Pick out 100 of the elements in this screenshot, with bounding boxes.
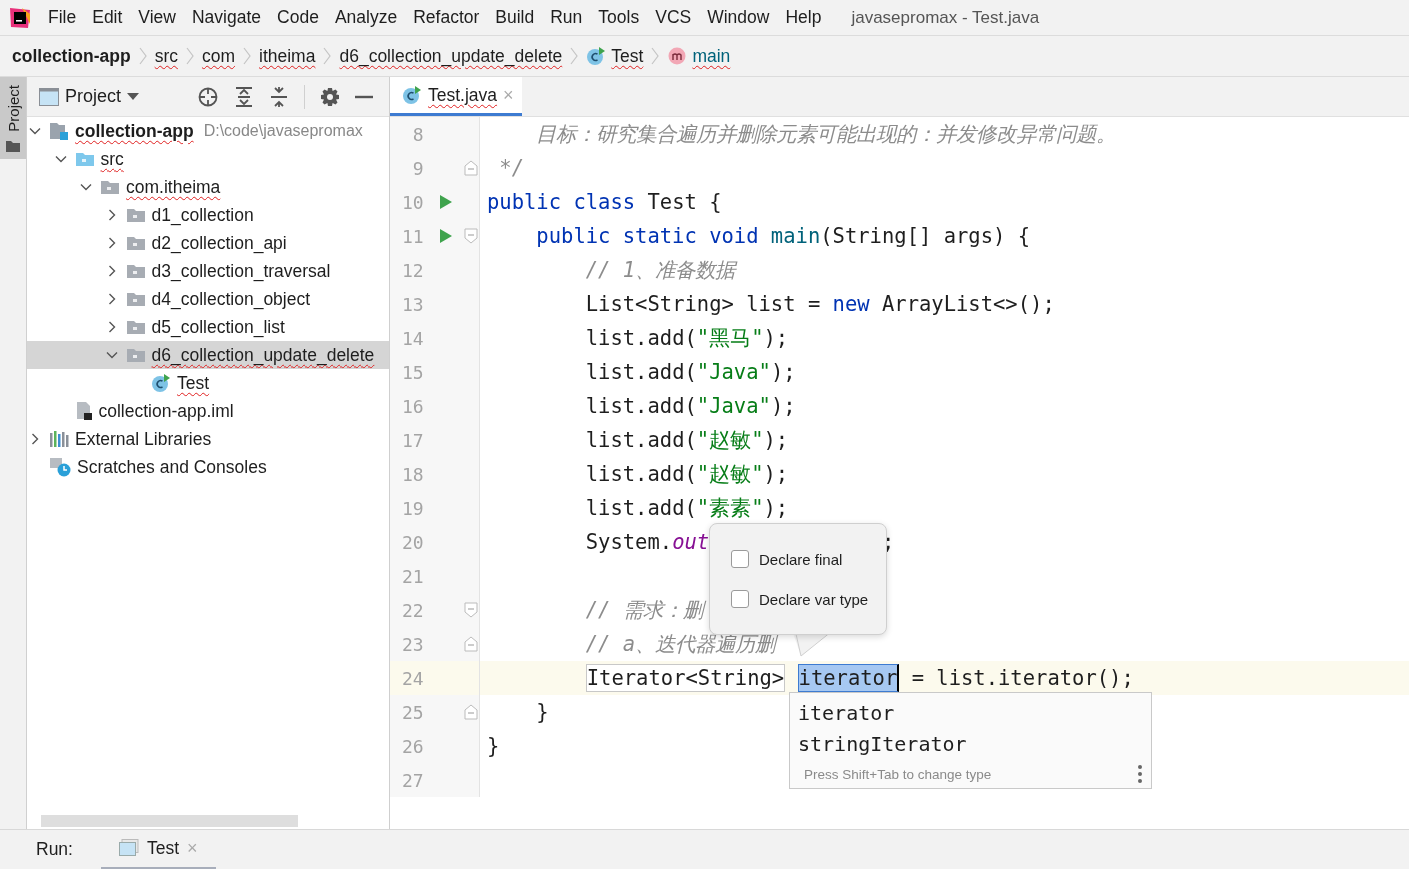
package-icon (100, 179, 120, 195)
tree-row[interactable]: Scratches and Consoles (27, 453, 389, 481)
menu-item[interactable]: Build (487, 7, 543, 28)
tree-row[interactable]: d3_collection_traversal (27, 257, 389, 285)
tree-label: com.itheima (126, 176, 221, 198)
code-line: 目标：研究集合遍历并删除元素可能出现的：并发修改异常问题。 (535, 121, 1117, 148)
collapse-all-icon[interactable] (269, 85, 290, 108)
path-hint: D:\code\javasepromax (203, 122, 363, 140)
tree-row[interactable]: d4_collection_object (27, 285, 389, 313)
tree-row[interactable]: Test (27, 369, 389, 397)
code-line: list.add("Java"); (584, 394, 796, 418)
expand-all-icon[interactable] (234, 85, 255, 108)
chevron-down-icon[interactable] (105, 349, 118, 361)
line-number: 26 (400, 735, 424, 757)
tree-row[interactable]: d6_collection_update_delete (27, 341, 389, 369)
checkbox[interactable] (731, 550, 749, 568)
package-icon (125, 291, 146, 307)
chevron-right-icon[interactable] (29, 433, 41, 445)
package-icon (125, 347, 146, 363)
breadcrumb-item[interactable]: collection-app (12, 45, 131, 67)
line-number: 10 (400, 191, 424, 213)
line-number: 14 (400, 327, 424, 349)
chevron-down-icon[interactable] (80, 181, 92, 193)
run-icon[interactable] (439, 228, 454, 244)
file-icon (74, 401, 93, 421)
tree-row[interactable]: collection-app D:\code\javasepromax (27, 117, 389, 145)
completion-item[interactable]: iterator (798, 697, 1143, 729)
menu-item[interactable]: Code (269, 7, 327, 28)
breadcrumb-item[interactable]: src (154, 45, 178, 67)
code-line: */ (498, 156, 525, 180)
menu-item[interactable]: Analyze (326, 7, 406, 28)
menu-item[interactable]: Edit (84, 7, 131, 28)
panel-title[interactable]: Project (65, 86, 122, 107)
tool-window-tab[interactable]: Project (0, 77, 26, 159)
completion-hint: Press Shift+Tab to change type (803, 766, 992, 782)
more-icon[interactable] (1137, 764, 1143, 785)
code-line: list.add("素素"); (584, 495, 789, 522)
variable-field[interactable]: iterator (797, 664, 900, 692)
code-line: public static void main(String[] args) { (535, 224, 1031, 248)
tree-label: src (100, 148, 124, 170)
code-line: List<String> list = new ArrayList<>(); (584, 292, 1055, 316)
breadcrumb-item[interactable]: d6_collection_update_delete (339, 45, 563, 67)
folder-icon (74, 151, 95, 167)
menu-item[interactable]: View (130, 7, 184, 28)
menu-item[interactable]: VCS (647, 7, 700, 28)
method-icon (667, 46, 688, 66)
tree-row[interactable]: com.itheima (27, 173, 389, 201)
menu-item[interactable]: File (40, 7, 85, 28)
chevron-down-icon[interactable] (54, 153, 67, 165)
type-field[interactable]: Iterator<String> (585, 664, 786, 692)
checkbox-label[interactable]: Declare final (759, 550, 843, 568)
menu-item[interactable]: Window (699, 7, 778, 28)
chevron-down-icon[interactable] (29, 125, 41, 137)
tree-row[interactable]: d1_collection (27, 201, 389, 229)
line-number: 24 (400, 667, 424, 689)
line-number: 27 (400, 769, 424, 791)
package-icon (125, 263, 146, 279)
breadcrumb-item[interactable]: main (692, 45, 731, 67)
completion-item[interactable]: stringIterator (798, 728, 1143, 761)
window-title: javasepromax - Test.java (851, 7, 1040, 28)
settings-icon[interactable] (320, 86, 341, 107)
package-icon (125, 319, 146, 335)
menu-item[interactable]: Help (777, 7, 830, 28)
line-number: 11 (400, 225, 424, 247)
tree-row[interactable]: d5_collection_list (27, 313, 389, 341)
scratches-icon (49, 457, 71, 477)
menu-item[interactable]: Navigate (184, 7, 270, 28)
editor-tab[interactable]: Test.java × (390, 77, 522, 116)
menu-item[interactable]: Run (542, 7, 591, 28)
breadcrumb-item[interactable]: itheima (259, 45, 316, 67)
scrollbar[interactable] (41, 815, 298, 827)
dropdown-caret-icon[interactable] (127, 92, 140, 101)
menu-item[interactable]: Refactor (405, 7, 488, 28)
code-line: public class Test { (486, 190, 722, 214)
breadcrumb-item[interactable]: com (201, 45, 235, 67)
tree-row[interactable]: src (27, 145, 389, 173)
tree-label: d6_collection_update_delete (151, 344, 375, 366)
tree-row[interactable]: collection-app.iml (27, 397, 389, 425)
chevron-right-icon (243, 46, 251, 66)
line-number: 21 (400, 565, 424, 587)
tree-row[interactable]: External Libraries (27, 425, 389, 453)
chevron-right-icon (323, 46, 332, 66)
run-tab[interactable]: Test × (100, 829, 216, 869)
run-label: Run: (36, 839, 73, 860)
tree-label: d4_collection_object (151, 288, 311, 310)
line-number: 23 (400, 633, 424, 655)
module-icon (49, 122, 69, 140)
locate-icon[interactable] (197, 85, 220, 108)
code-line: list.add("黑马"); (584, 325, 789, 352)
code-line: } (486, 734, 500, 758)
minimize-icon[interactable] (355, 94, 374, 99)
breadcrumb-item[interactable]: Test (611, 45, 644, 67)
menu-item[interactable]: Tools (590, 7, 648, 28)
tree-row[interactable]: d2_collection_api (27, 229, 389, 257)
run-icon[interactable] (439, 194, 454, 210)
tree-label: d1_collection (151, 204, 254, 226)
checkbox-label[interactable]: Declare var type (759, 590, 869, 608)
code-line: list.add("赵敏"); (584, 427, 789, 454)
checkbox[interactable] (731, 590, 749, 608)
chevron-right-icon (185, 46, 194, 66)
